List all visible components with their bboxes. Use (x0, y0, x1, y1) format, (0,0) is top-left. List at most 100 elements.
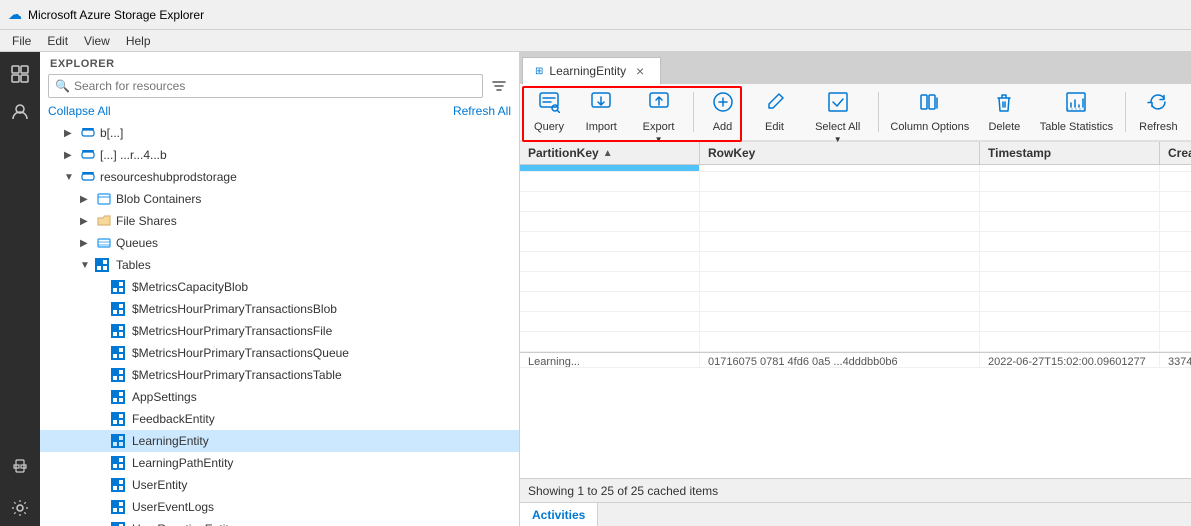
add-button[interactable]: Add (698, 86, 748, 138)
sidebar-account-btn[interactable] (2, 94, 38, 130)
table-statistics-button[interactable]: Table Statistics (1032, 86, 1121, 138)
table-icon-t12 (112, 521, 128, 526)
tree-item-t6[interactable]: AppSettings (40, 386, 519, 408)
tree-label-t2: $MetricsHourPrimaryTransactionsBlob (132, 302, 337, 316)
grid-row-7[interactable] (520, 292, 1191, 312)
separator-1 (693, 92, 694, 132)
tree-item-t5[interactable]: $MetricsHourPrimaryTransactionsTable (40, 364, 519, 386)
file-shares-icon (96, 213, 112, 229)
delete-button[interactable]: Delete (979, 86, 1030, 138)
grid-row-2[interactable] (520, 192, 1191, 212)
tree-item-file-shares[interactable]: ▶ File Shares (40, 210, 519, 232)
import-icon (590, 91, 612, 119)
cell-pk-blue (520, 165, 700, 171)
storage-icon-2 (80, 147, 96, 163)
tree-label-1: b[...] (100, 126, 123, 140)
tree-item-2[interactable]: ▶ [...] ...r...4...b (40, 144, 519, 166)
timestamp-label: Timestamp (988, 146, 1051, 160)
column-options-icon (919, 91, 941, 119)
header-row-key[interactable]: RowKey (700, 142, 980, 164)
grid-row-9[interactable] (520, 332, 1191, 352)
partial-pk: Learning... (520, 353, 700, 367)
activities-tab-bar: Activities (520, 502, 1191, 526)
refresh-button[interactable]: Refresh (1130, 86, 1187, 138)
header-timestamp[interactable]: Timestamp (980, 142, 1160, 164)
menu-edit[interactable]: Edit (39, 32, 76, 50)
explorer-search-bar: 🔍 (40, 74, 519, 102)
tree-label-t7: FeedbackEntity (132, 412, 215, 426)
table-icon-t2 (112, 301, 128, 317)
tree-item-t1[interactable]: $MetricsCapacityBlob (40, 276, 519, 298)
sidebar-explorer-btn[interactable] (2, 56, 38, 92)
grid-row-partial[interactable]: Learning... 01716075 0781 4fd6 0a5 ...4d… (520, 352, 1191, 368)
tree-label-t11: UserEventLogs (132, 500, 214, 514)
grid-row-blue[interactable] (520, 165, 1191, 172)
grid-row-3[interactable] (520, 212, 1191, 232)
column-options-button[interactable]: Column Options (883, 86, 977, 138)
table-statistics-label: Table Statistics (1040, 121, 1113, 133)
tree-item-t7[interactable]: FeedbackEntity (40, 408, 519, 430)
table-icon-t11 (112, 499, 128, 515)
header-partition-key[interactable]: PartitionKey ▲ (520, 142, 700, 164)
tree-item-t3[interactable]: $MetricsHourPrimaryTransactionsFile (40, 320, 519, 342)
explorer-actions: Collapse All Refresh All (40, 102, 519, 122)
grid-row-1[interactable] (520, 172, 1191, 192)
refresh-all-link[interactable]: Refresh All (453, 104, 511, 118)
header-created-by[interactable]: CreatedBy (1160, 142, 1191, 164)
menu-file[interactable]: File (4, 32, 39, 50)
filter-btn[interactable] (487, 74, 511, 98)
query-button[interactable]: Query (524, 86, 574, 138)
refresh-icon (1147, 91, 1169, 119)
tree-item-tables[interactable]: ▼ Tables (40, 254, 519, 276)
grid-row-6[interactable] (520, 272, 1191, 292)
activities-tab[interactable]: Activities (520, 503, 598, 526)
sidebar-plugin-btn[interactable] (2, 448, 38, 484)
tree-item-t2[interactable]: $MetricsHourPrimaryTransactionsBlob (40, 298, 519, 320)
tree-item-queues[interactable]: ▶ Queues (40, 232, 519, 254)
data-grid[interactable]: PartitionKey ▲ RowKey Timestamp CreatedB… (520, 141, 1191, 478)
select-all-icon (827, 91, 849, 119)
table-icon-t6 (112, 389, 128, 405)
export-button[interactable]: Export ▼ (628, 86, 688, 138)
tree-item-t4[interactable]: $MetricsHourPrimaryTransactionsQueue (40, 342, 519, 364)
import-button[interactable]: Import (576, 86, 626, 138)
delete-label: Delete (988, 121, 1020, 133)
collapse-all-link[interactable]: Collapse All (48, 104, 111, 118)
tree-item-t10[interactable]: UserEntity (40, 474, 519, 496)
learning-entity-tab[interactable]: ⊞ LearningEntity × (522, 57, 661, 85)
tree-item-1[interactable]: ▶ b[...] (40, 122, 519, 144)
tree-item-3[interactable]: ▼ resourceshubprodstorage (40, 166, 519, 188)
grid-row-8[interactable] (520, 312, 1191, 332)
tree-label-t8: LearningEntity (132, 434, 209, 448)
status-bar: Showing 1 to 25 of 25 cached items (520, 478, 1191, 502)
table-icon-t1 (112, 279, 128, 295)
edit-icon (764, 91, 786, 119)
menu-view[interactable]: View (76, 32, 118, 50)
sidebar-settings-btn[interactable] (2, 490, 38, 526)
search-input[interactable] (74, 79, 476, 93)
app-icon: ☁ (8, 6, 22, 23)
grid-header: PartitionKey ▲ RowKey Timestamp CreatedB… (520, 142, 1191, 165)
grid-row-4[interactable] (520, 232, 1191, 252)
table-icon-t9 (112, 455, 128, 471)
tree-label-t10: UserEntity (132, 478, 187, 492)
tree-item-blob-containers[interactable]: ▶ Blob Containers (40, 188, 519, 210)
tree-item-t9[interactable]: LearningPathEntity (40, 452, 519, 474)
tree-item-t12[interactable]: UserReactionEntity (40, 518, 519, 526)
tab-close-btn[interactable]: × (632, 63, 648, 79)
query-label: Query (534, 121, 564, 133)
grid-row-5[interactable] (520, 252, 1191, 272)
add-icon (712, 91, 734, 119)
menu-help[interactable]: Help (118, 32, 159, 50)
select-all-button[interactable]: Select All ▼ (802, 86, 874, 138)
tree-item-t8[interactable]: LearningEntity (40, 430, 519, 452)
tab-bar: ⊞ LearningEntity × (520, 52, 1191, 84)
tree-item-t11[interactable]: UserEventLogs (40, 496, 519, 518)
created-by-label: CreatedBy (1168, 146, 1191, 160)
blob-container-icon (96, 191, 112, 207)
tree-view[interactable]: ▶ b[...] ▶ [...] ...r (40, 122, 519, 526)
icon-sidebar (0, 52, 40, 526)
edit-button[interactable]: Edit (750, 86, 800, 138)
partial-cb: 33742-49-f070-430-...065- (1160, 353, 1191, 367)
toolbar: Query Import (520, 84, 1191, 141)
